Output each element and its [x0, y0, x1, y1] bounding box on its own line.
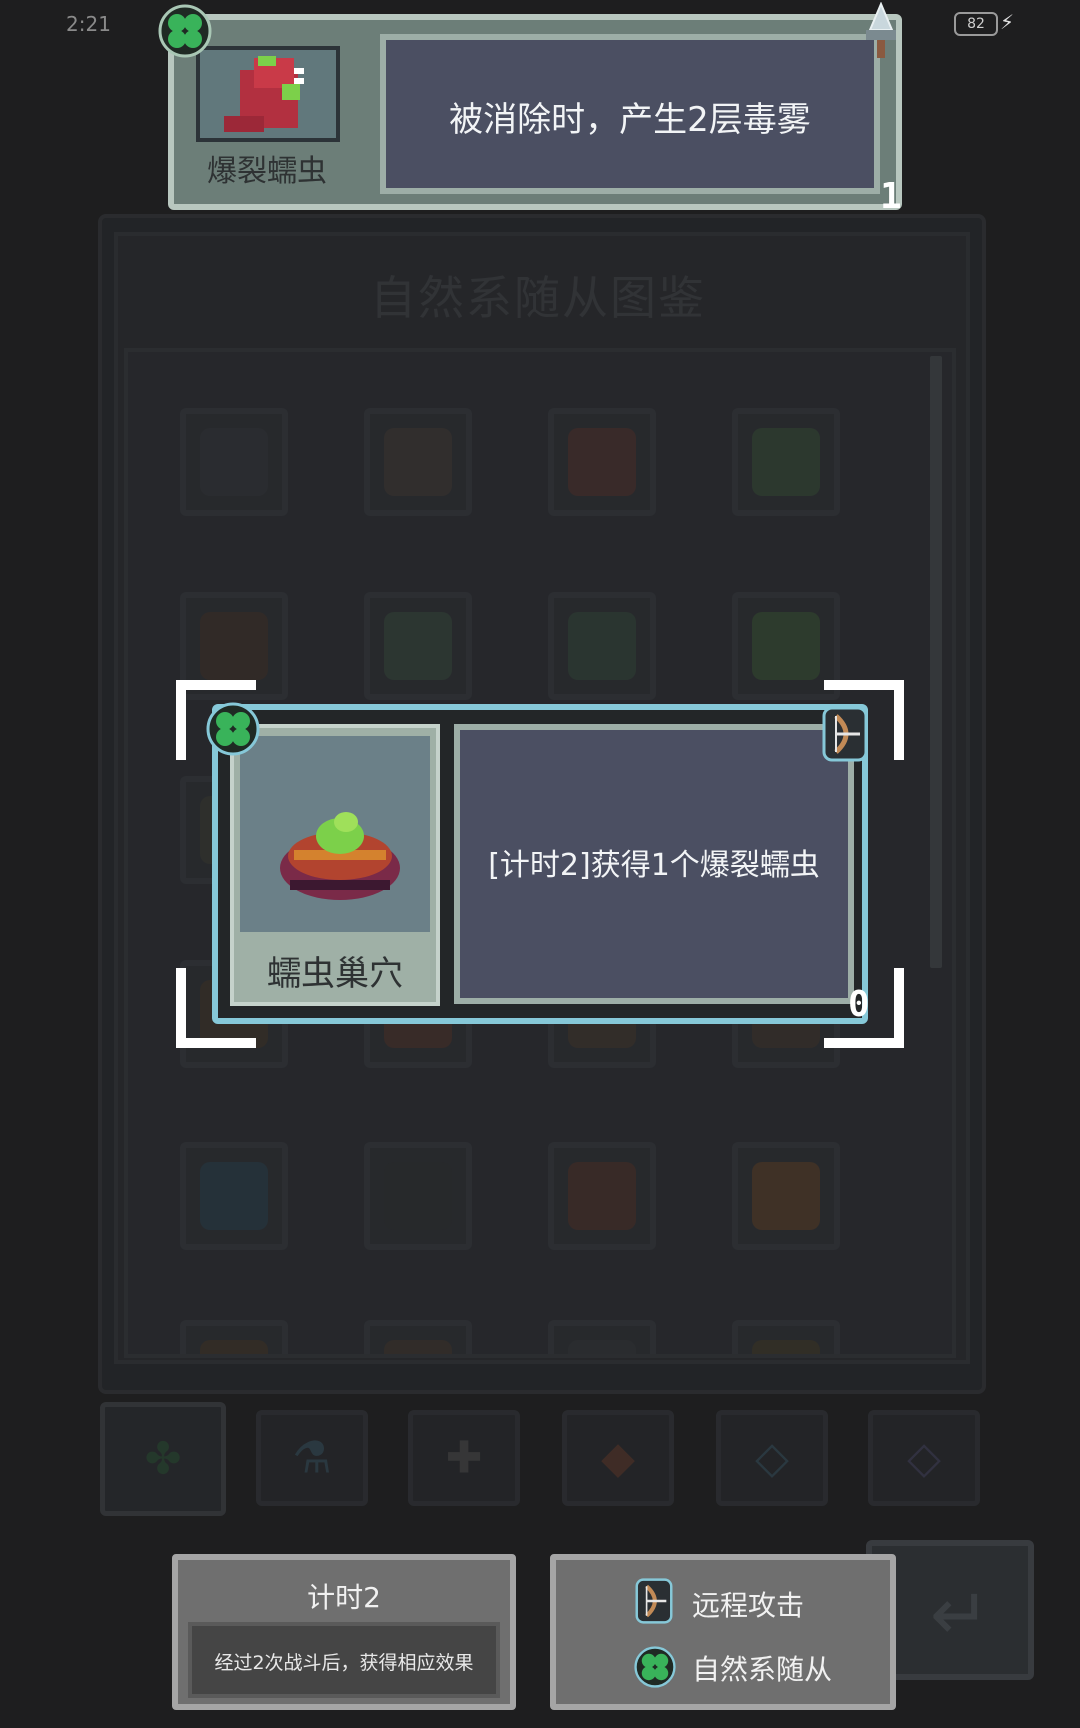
minion-slot[interactable] [548, 1142, 656, 1250]
legend-label-nature: 自然系随从 [692, 1653, 833, 1686]
codex-scrollbar[interactable] [930, 356, 942, 968]
focus-minion-card[interactable]: 蠕虫巢穴 [计时2]获得1个爆裂蠕虫 [212, 704, 868, 1024]
minion-slot[interactable] [732, 1142, 840, 1250]
minion-slot[interactable] [732, 408, 840, 516]
minion-slot[interactable] [364, 1142, 472, 1250]
keyword-legend-box: 远程攻击 自然系随从 [550, 1554, 896, 1710]
tab-nature[interactable]: ✤ [100, 1402, 226, 1516]
timer-title: 计时2 [307, 1581, 381, 1614]
status-time: 2:21 [66, 12, 111, 36]
bow-icon [635, 1578, 673, 1624]
tab-beast[interactable]: ◆ [562, 1410, 674, 1506]
top-card-counter: 1 [880, 176, 902, 217]
tab-potion[interactable]: ⚗ [256, 1410, 368, 1506]
burst-worm-sprite [224, 56, 304, 132]
minion-slot[interactable] [180, 408, 288, 516]
focus-card-portrait [240, 736, 430, 932]
charging-icon: ⚡ [1000, 10, 1015, 34]
top-card-description: 被消除时，产生2层毒雾 [449, 100, 811, 140]
return-arrow-icon: ↵ [930, 1572, 991, 1656]
top-card-name: 爆裂蠕虫 [207, 154, 327, 189]
minion-slot[interactable] [180, 1142, 288, 1250]
timer-text: 经过2次战斗后，获得相应效果 [214, 1652, 474, 1674]
tab-undead[interactable]: ✚ [408, 1410, 520, 1506]
minion-slot[interactable] [364, 1320, 472, 1354]
timer-text-panel: 经过2次战斗后，获得相应效果 [188, 1622, 500, 1698]
codex-title: 自然系随从图鉴 [370, 271, 706, 325]
focus-card-description: [计时2]获得1个爆裂蠕虫 [488, 848, 820, 883]
focus-card-counter: 0 [848, 984, 870, 1025]
clover-icon [158, 4, 212, 58]
focus-card-left-panel: 蠕虫巢穴 [230, 724, 440, 1006]
battery-indicator: 82 [954, 12, 998, 36]
minion-slot[interactable] [732, 1320, 840, 1354]
bow-icon [822, 706, 868, 762]
top-card-description-panel: 被消除时，产生2层毒雾 [380, 34, 880, 194]
legend-label-ranged: 远程攻击 [692, 1589, 805, 1622]
clover-icon [206, 702, 260, 756]
worm-nest-sprite [280, 812, 400, 900]
minion-slot[interactable] [548, 1320, 656, 1354]
top-card-portrait [196, 46, 340, 142]
sword-icon [866, 2, 896, 58]
tab-gem[interactable]: ◇ [868, 1410, 980, 1506]
tab-crystal[interactable]: ◇ [716, 1410, 828, 1506]
focus-card-name: 蠕虫巢穴 [267, 954, 403, 994]
minion-slot[interactable] [548, 408, 656, 516]
timer-info-box: 计时2 经过2次战斗后，获得相应效果 [172, 1554, 516, 1710]
minion-slot[interactable] [180, 1320, 288, 1354]
clover-icon [634, 1646, 676, 1688]
top-minion-card: 爆裂蠕虫 被消除时，产生2层毒雾 [168, 14, 902, 210]
focus-card-description-panel: [计时2]获得1个爆裂蠕虫 [454, 724, 854, 1004]
minion-slot[interactable] [364, 408, 472, 516]
